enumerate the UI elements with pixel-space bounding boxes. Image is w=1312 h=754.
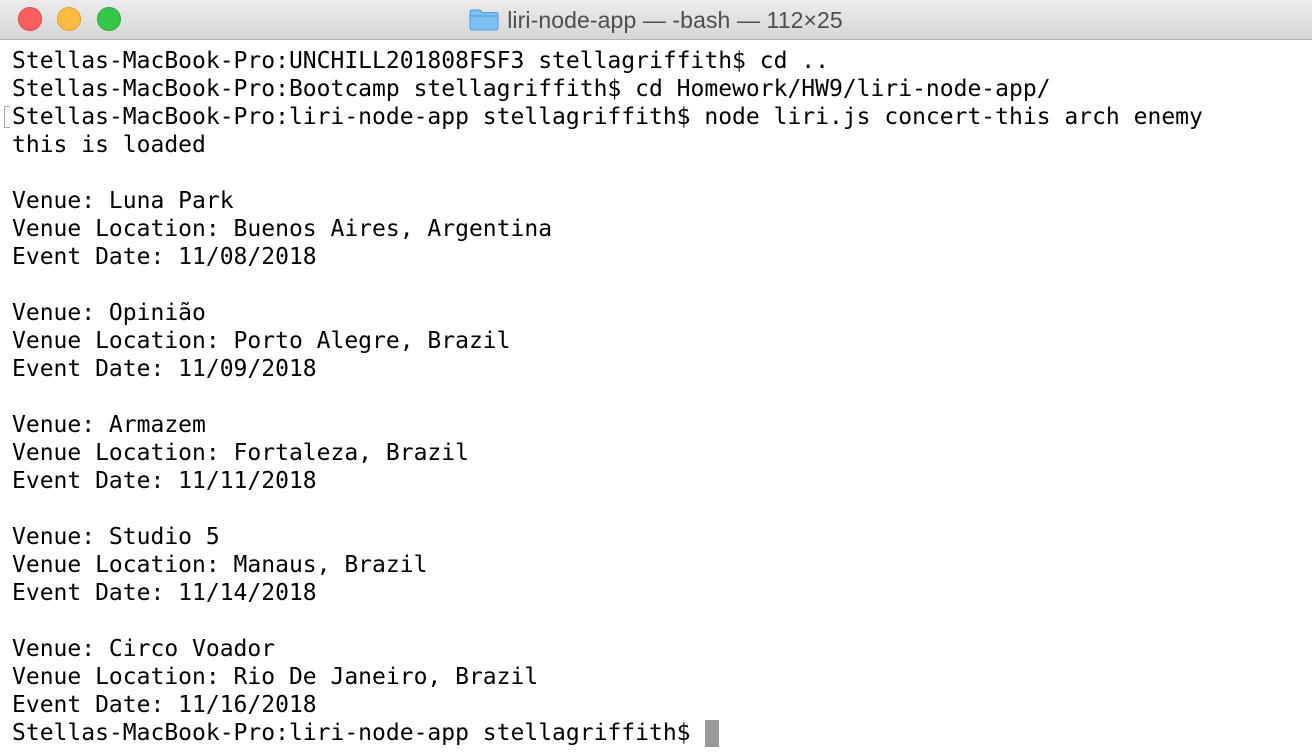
terminal-line: Event Date: 11/14/2018: [12, 580, 317, 606]
terminal-line: Venue: Opinião: [12, 300, 206, 326]
text-cursor: [704, 719, 719, 747]
window-title-area: liri-node-app — -bash — 112×25: [0, 0, 1312, 40]
terminal-line: Stellas-MacBook-Pro:Bootcamp stellagriff…: [12, 76, 1051, 102]
terminal-line: Stellas-MacBook-Pro:liri-node-app stella…: [12, 104, 1203, 130]
scrollback-marker: [4, 106, 10, 128]
terminal-line: Venue: Armazem: [12, 412, 206, 438]
terminal-output[interactable]: Stellas-MacBook-Pro:UNCHILL201808FSF3 st…: [12, 47, 1308, 747]
terminal-line: Venue: Studio 5: [12, 524, 220, 550]
terminal-line: Event Date: 11/09/2018: [12, 356, 317, 382]
terminal-line: Venue: Luna Park: [12, 188, 234, 214]
terminal-line: Venue Location: Manaus, Brazil: [12, 552, 428, 578]
terminal-window: liri-node-app — -bash — 112×25 Stellas-M…: [0, 0, 1312, 754]
terminal-line: Venue Location: Rio De Janeiro, Brazil: [12, 664, 539, 690]
terminal-line: Venue Location: Buenos Aires, Argentina: [12, 216, 553, 242]
shell-prompt: Stellas-MacBook-Pro:liri-node-app stella…: [12, 720, 691, 746]
folder-icon: [469, 9, 499, 31]
terminal-line: Event Date: 11/16/2018: [12, 692, 317, 718]
terminal-line: Event Date: 11/08/2018: [12, 244, 317, 270]
terminal-line: Stellas-MacBook-Pro:UNCHILL201808FSF3 st…: [12, 48, 829, 74]
terminal-line: Event Date: 11/11/2018: [12, 468, 317, 494]
terminal-line: Venue Location: Porto Alegre, Brazil: [12, 328, 511, 354]
terminal-line: Venue Location: Fortaleza, Brazil: [12, 440, 469, 466]
prompt-line[interactable]: Stellas-MacBook-Pro:liri-node-app stella…: [12, 719, 1308, 747]
window-title: liri-node-app — -bash — 112×25: [507, 6, 843, 33]
terminal-line: this is loaded: [12, 132, 206, 158]
terminal-line: Venue: Circo Voador: [12, 636, 276, 662]
title-bar[interactable]: liri-node-app — -bash — 112×25: [0, 0, 1312, 40]
